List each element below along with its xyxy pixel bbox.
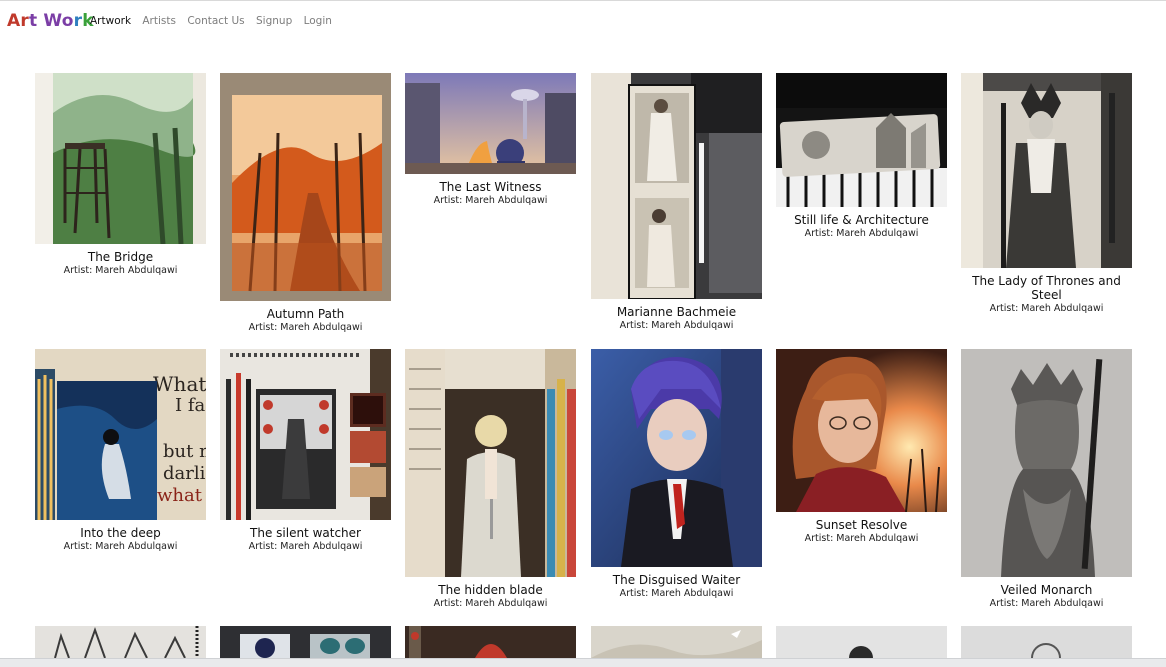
svg-text:darlin: darlin [163, 463, 206, 484]
navbar: Art Work Artwork Artists Contact Us Sign… [0, 1, 1166, 41]
artwork-card-lady-of-thrones[interactable]: The Lady of Thrones and Steel Artist: Ma… [961, 73, 1132, 315]
artwork-artist: Artist: Mareh Abdulqawi [433, 195, 548, 206]
artwork-artist: Artist: Mareh Abdulqawi [804, 533, 919, 544]
artwork-image[interactable] [35, 626, 206, 658]
brand-letter: W [43, 11, 62, 31]
artwork-card-row3-5[interactable] [776, 626, 947, 658]
svg-text:What: What [153, 372, 206, 396]
artwork-card-row3-4[interactable] [591, 626, 762, 658]
artwork-image[interactable] [776, 73, 947, 207]
artwork-image[interactable] [35, 73, 206, 244]
artwork-image[interactable] [591, 626, 762, 658]
nav-artwork[interactable]: Artwork [90, 15, 131, 27]
artwork-image[interactable] [220, 73, 391, 301]
artwork-card-last-witness[interactable]: The Last Witness Artist: Mareh Abdulqawi [405, 73, 576, 207]
artwork-card-autumn-path[interactable]: Autumn Path Artist: Mareh Abdulqawi [220, 73, 391, 334]
artwork-image[interactable] [220, 349, 391, 520]
artwork-title[interactable]: Marianne Bachmeie [591, 305, 762, 319]
brand-letter: r [20, 11, 29, 31]
artwork-title[interactable]: Still life & Architecture [776, 213, 947, 227]
artwork-title[interactable]: The Bridge [35, 250, 206, 264]
artwork-image[interactable] [591, 349, 762, 567]
brand-letter: o [61, 11, 74, 31]
artwork-artist: Artist: Mareh Abdulqawi [248, 541, 363, 552]
brand-letter: A [7, 11, 21, 31]
artwork-title[interactable]: Veiled Monarch [961, 583, 1132, 597]
artwork-artist: Artist: Mareh Abdulqawi [989, 598, 1104, 609]
artwork-image[interactable] [405, 73, 576, 174]
artwork-title[interactable]: The Disguised Waiter [591, 573, 762, 587]
nav-links: Artwork Artists Contact Us Signup Login [90, 15, 340, 27]
artwork-artist: Artist: Mareh Abdulqawi [804, 228, 919, 239]
artwork-artist: Artist: Mareh Abdulqawi [248, 322, 363, 333]
artwork-card-hidden-blade[interactable]: The hidden blade Artist: Mareh Abdulqawi [405, 349, 576, 610]
artwork-card-sunset-resolve[interactable]: Sunset Resolve Artist: Mareh Abdulqawi [776, 349, 947, 545]
artwork-title[interactable]: Into the deep [35, 526, 206, 540]
artwork-artist: Artist: Mareh Abdulqawi [63, 265, 178, 276]
artwork-card-into-the-deep[interactable]: What I fa but m darlin what i Into the d… [35, 349, 206, 553]
artwork-card-disguised-waiter[interactable]: The Disguised Waiter Artist: Mareh Abdul… [591, 349, 762, 600]
svg-text:but m: but m [163, 441, 206, 462]
artwork-title[interactable]: Sunset Resolve [776, 518, 947, 532]
artwork-image[interactable] [220, 626, 391, 658]
artwork-card-veiled-monarch[interactable]: Veiled Monarch Artist: Mareh Abdulqawi [961, 349, 1132, 610]
artwork-image[interactable] [961, 626, 1132, 658]
nav-artists[interactable]: Artists [142, 15, 176, 27]
artwork-title[interactable]: The hidden blade [405, 583, 576, 597]
artwork-title[interactable]: Autumn Path [220, 307, 391, 321]
artwork-card-row3-1[interactable] [35, 626, 206, 658]
nav-login[interactable]: Login [304, 15, 332, 27]
brand-logo[interactable]: Art Work [7, 11, 94, 31]
nav-contact[interactable]: Contact Us [187, 15, 244, 27]
artwork-card-row3-2[interactable] [220, 626, 391, 658]
artwork-card-still-life[interactable]: Still life & Architecture Artist: Mareh … [776, 73, 947, 240]
artwork-card-marianne[interactable]: Marianne Bachmeie Artist: Mareh Abdulqaw… [591, 73, 762, 332]
artwork-artist: Artist: Mareh Abdulqawi [619, 320, 734, 331]
artwork-image[interactable] [961, 73, 1132, 268]
artwork-image[interactable] [405, 626, 576, 658]
svg-text:what i: what i [157, 485, 206, 506]
artwork-artist: Artist: Mareh Abdulqawi [433, 598, 548, 609]
artwork-card-row3-6[interactable] [961, 626, 1132, 658]
artwork-image[interactable]: What I fa but m darlin what i [35, 349, 206, 520]
artwork-title[interactable]: The silent watcher [220, 526, 391, 540]
horizontal-scrollbar[interactable] [0, 658, 1166, 667]
artwork-card-silent-watcher[interactable]: The silent watcher Artist: Mareh Abdulqa… [220, 349, 391, 553]
brand-letter: r [73, 11, 83, 31]
artwork-image[interactable] [591, 73, 762, 299]
svg-text:I fa: I fa [175, 395, 205, 416]
artwork-image[interactable] [776, 626, 947, 658]
artwork-artist: Artist: Mareh Abdulqawi [989, 303, 1104, 314]
artwork-artist: Artist: Mareh Abdulqawi [63, 541, 178, 552]
artwork-title[interactable]: The Lady of Thrones and Steel [961, 274, 1132, 302]
artwork-image[interactable] [405, 349, 576, 577]
artwork-card-bridge[interactable]: The Bridge Artist: Mareh Abdulqawi [35, 73, 206, 277]
nav-signup[interactable]: Signup [256, 15, 292, 27]
artwork-artist: Artist: Mareh Abdulqawi [619, 588, 734, 599]
artwork-image[interactable] [961, 349, 1132, 577]
artwork-card-row3-3[interactable] [405, 626, 576, 658]
artwork-image[interactable] [776, 349, 947, 512]
artwork-title[interactable]: The Last Witness [405, 180, 576, 194]
